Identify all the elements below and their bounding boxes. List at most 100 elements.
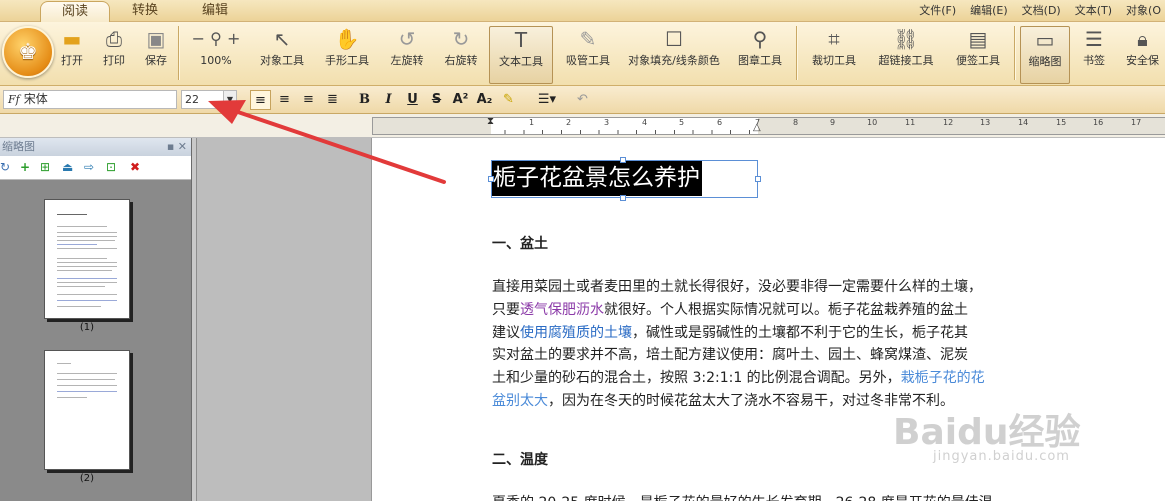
export-page-icon[interactable]: ⇨	[84, 160, 94, 174]
superscript-button[interactable]: A²	[450, 90, 471, 110]
resize-handle[interactable]	[755, 176, 761, 182]
stamp-icon: ⚲	[752, 27, 768, 51]
tab-edit[interactable]: 编辑	[180, 1, 250, 22]
extract-page-icon[interactable]: ⏏	[62, 160, 73, 174]
section-heading-temperature: 二、温度	[492, 452, 548, 468]
page-thumbnail-2[interactable]	[44, 350, 130, 470]
note-tool-button[interactable]: ▤ 便签工具	[950, 26, 1006, 84]
line-spacing-button[interactable]: ☰▾	[530, 90, 564, 110]
hyperlink-tool-button[interactable]: ⛓ 超链接工具	[873, 26, 939, 84]
note-icon: ▤	[968, 27, 988, 51]
tab-convert[interactable]: 转换	[110, 1, 180, 22]
align-center-icon: ≡	[279, 92, 290, 107]
link-text[interactable]: 栽栀子花的花	[901, 370, 985, 386]
open-button[interactable]: ▬ 打开	[56, 26, 88, 84]
workspace-background	[197, 138, 371, 501]
replace-page-icon[interactable]: ⊡	[106, 160, 116, 174]
underline-button[interactable]: U	[402, 90, 423, 110]
text-selection-box	[488, 157, 761, 201]
insert-page-icon[interactable]: ⊞	[40, 160, 50, 174]
horizontal-ruler[interactable]: ⧗ △ 1 2 3 4 5 6 7 8 9 10 11 12 13 14 15 …	[372, 116, 1165, 135]
align-right-button[interactable]: ≡	[298, 90, 319, 110]
undo-arrow-icon: ↶	[577, 92, 588, 107]
superscript-icon: A²	[452, 92, 469, 107]
page-thumbnail-label: (1)	[79, 322, 95, 333]
align-center-button[interactable]: ≡	[274, 90, 295, 110]
security-button[interactable]: 🔒︎ 安全保	[1120, 26, 1165, 84]
bold-button[interactable]: B	[354, 90, 375, 110]
zoom-control[interactable]: − ⚲ + 100%	[184, 26, 248, 84]
hand-tool-button[interactable]: ✋ 手形工具	[318, 26, 376, 84]
italic-button[interactable]: I	[378, 90, 399, 110]
color-square-icon: ☐	[665, 27, 683, 51]
justify-button[interactable]: ≣	[322, 90, 343, 110]
crop-tool-button[interactable]: ⌗ 裁切工具	[806, 26, 862, 84]
resize-handle[interactable]	[620, 195, 626, 201]
rotate-left-button[interactable]: ↺ 左旋转	[386, 26, 428, 84]
thumbnail-button[interactable]: ▭ 缩略图	[1020, 26, 1070, 84]
disk-icon: ▣	[146, 27, 166, 51]
menu-document[interactable]: 文档(D)	[1022, 0, 1061, 22]
eyedropper-tool-button[interactable]: ✎ 吸管工具	[560, 26, 616, 84]
ruler-row: ⧗ △ 1 2 3 4 5 6 7 8 9 10 11 12 13 14 15 …	[0, 114, 1165, 138]
resize-handle[interactable]	[488, 176, 494, 182]
align-left-button[interactable]: ≡	[250, 90, 271, 110]
undo-button[interactable]: ↶	[572, 90, 593, 110]
text-cursor-icon: T	[514, 28, 528, 52]
paragraph-line: 土和少量的砂石的混合土，按照 3:2:1:1 的比例混合调配。另外，栽栀子花的花	[492, 370, 985, 387]
panel-pin-close-icon[interactable]: ▪ ✕	[167, 138, 187, 156]
link-text[interactable]: 使用腐殖质的土壤	[520, 325, 632, 341]
hand-icon: ✋	[334, 27, 360, 51]
tab-read[interactable]: 阅读	[40, 1, 110, 22]
paragraph-line: 建议使用腐殖质的土壤，碱性或是弱碱性的土壤都不利于它的生长，栀子花其	[492, 324, 968, 341]
resize-handle[interactable]	[620, 157, 626, 163]
paragraph-line: 夏季的 20-25 度时候，是栀子花的最好的生长发育期，26-28 度是开花的最…	[492, 492, 1052, 501]
thumbnail-panel-icon: ▭	[1035, 28, 1055, 52]
arrow-cursor-icon: ↖	[273, 27, 291, 51]
folder-icon: ▬	[62, 27, 82, 51]
delete-page-icon[interactable]: ✖	[130, 160, 140, 174]
panel-toolbar: ↻ + ⊞ ⏏ ⇨ ⊡ ✖	[0, 156, 191, 180]
rotate-right-icon: ↻	[452, 27, 470, 51]
format-bar: Ff 宋体 22 ▼ ≡ ≡ ≡ ≣ B I U S A² A₂ ✎ ☰▾ ↶	[0, 86, 1165, 114]
rotate-left-icon: ↺	[398, 27, 416, 51]
rotate-right-button[interactable]: ↻ 右旋转	[440, 26, 482, 84]
subscript-button[interactable]: A₂	[474, 90, 495, 110]
link-text[interactable]: 盆别太大	[492, 393, 548, 409]
font-size-select[interactable]: 22 ▼	[181, 90, 237, 109]
zoom-icon: − ⚲ +	[191, 29, 241, 48]
fill-line-color-button[interactable]: ☐ 对象填充/线条颜色	[626, 26, 722, 84]
justify-icon: ≣	[327, 92, 338, 107]
crop-icon: ⌗	[828, 27, 840, 51]
chevron-down-icon[interactable]: ▼	[223, 91, 236, 108]
font-icon: Ff	[8, 93, 20, 106]
section-heading-soil: 一、盆土	[492, 236, 548, 252]
menu-file[interactable]: 文件(F)	[919, 0, 956, 22]
menu-object[interactable]: 对象(O	[1126, 0, 1161, 22]
eyedropper-icon: ✎	[579, 27, 597, 51]
add-page-icon[interactable]: +	[20, 160, 30, 174]
object-tool-button[interactable]: ↖ 对象工具	[254, 26, 310, 84]
text-tool-button[interactable]: T 文本工具	[489, 26, 553, 84]
panel-header: 缩略图 ▪ ✕	[0, 138, 191, 156]
font-name-select[interactable]: Ff 宋体	[3, 90, 177, 109]
indent-marker-icon[interactable]: ⧗	[487, 116, 494, 127]
strikethrough-button[interactable]: S	[426, 90, 447, 110]
print-button[interactable]: ⎙ 打印	[98, 26, 130, 84]
save-button[interactable]: ▣ 保存	[140, 26, 172, 84]
separator	[178, 26, 179, 80]
page-thumbnail-1[interactable]	[44, 199, 130, 319]
app-logo[interactable]: ♚	[2, 26, 54, 78]
align-left-icon: ≡	[255, 93, 266, 108]
rotate-page-icon[interactable]: ↻	[0, 160, 10, 174]
menu-edit[interactable]: 编辑(E)	[970, 0, 1008, 22]
link-text[interactable]: 透气保肥沥水	[520, 302, 604, 318]
panel-title: 缩略图	[2, 140, 35, 153]
bookmark-button[interactable]: ☰ 书签	[1076, 26, 1112, 84]
stamp-tool-button[interactable]: ⚲ 图章工具	[732, 26, 788, 84]
menu-text[interactable]: 文本(T)	[1075, 0, 1112, 22]
highlight-button[interactable]: ✎	[498, 90, 519, 110]
bookmark-list-icon: ☰	[1085, 27, 1103, 51]
page-thumbnail-label: (2)	[79, 473, 95, 484]
subscript-icon: A₂	[476, 92, 493, 107]
